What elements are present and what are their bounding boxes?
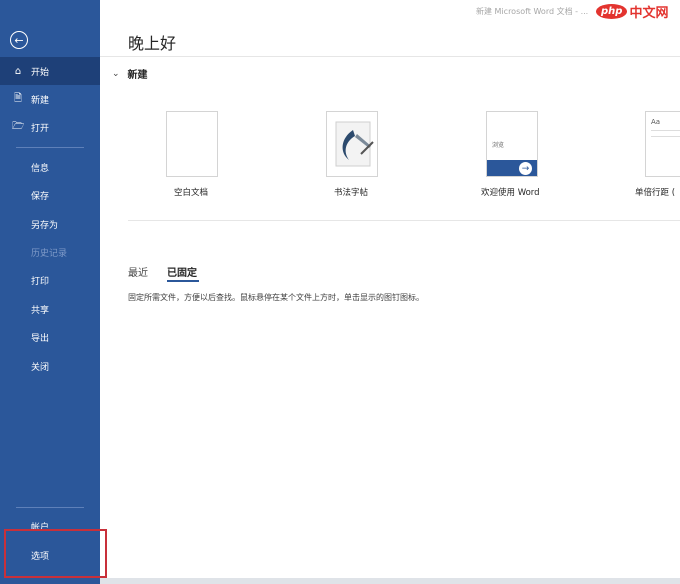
sidebar-item-new[interactable]: 🗎 新建 [0, 85, 100, 113]
sidebar-divider [16, 147, 84, 148]
template-label: 单倍行距 ( [635, 188, 676, 198]
new-document-icon: 🗎 [13, 92, 23, 104]
sidebar-item-history: 历史记录 [31, 248, 68, 259]
thumbnail-line [651, 136, 680, 137]
back-arrow-icon[interactable]: ← [10, 31, 28, 49]
template-blank-document[interactable] [166, 111, 218, 177]
watermark-logo: php [596, 3, 628, 19]
thumbnail-text: Aa [651, 118, 661, 126]
sidebar-item-save[interactable]: 保存 [0, 181, 100, 209]
sidebar-item-label: 新建 [31, 95, 50, 106]
thumbnail-line [651, 130, 680, 131]
document-title: 新建 Microsoft Word 文档 - ... [476, 7, 589, 16]
tab-pinned[interactable]: 已固定 [167, 264, 197, 279]
blank-document-thumbnail [166, 111, 218, 177]
template-welcome-word[interactable]: 浏览 → [486, 111, 538, 177]
single-spacing-thumbnail: Aa [645, 111, 680, 177]
open-folder-icon: 🗁 [12, 120, 25, 132]
bottom-border [100, 578, 680, 584]
page-title: 晚上好 [128, 34, 177, 53]
template-single-spacing[interactable]: Aa [645, 111, 680, 177]
tab-recent[interactable]: 最近 [128, 264, 148, 279]
sidebar-divider [16, 507, 84, 508]
site-watermark: php 中文网 [596, 0, 680, 22]
backstage-sidebar: ← ⌂ 开始 🗎 新建 🗁 打开 信息 保存 另存为 历史记录 打印 共享 导出… [0, 0, 100, 584]
sidebar-item-options[interactable]: 选项 [0, 541, 100, 569]
sidebar-item-close[interactable]: 关闭 [0, 352, 100, 380]
sidebar-item-home[interactable]: ⌂ 开始 [0, 57, 100, 85]
new-section-toggle[interactable]: ⌄ 新建 [112, 66, 148, 82]
sidebar-item-print[interactable]: 打印 [0, 266, 100, 294]
header-divider [100, 56, 680, 57]
sidebar-item-export[interactable]: 导出 [0, 323, 100, 351]
sidebar-item-info[interactable]: 信息 [0, 153, 100, 181]
template-calligraphy[interactable] [326, 111, 378, 177]
sidebar-item-label: 开始 [31, 67, 50, 78]
section-divider [128, 220, 680, 221]
calligraphy-brush-icon [335, 121, 374, 167]
welcome-word-thumbnail: 浏览 → [486, 111, 538, 177]
arrow-right-icon: → [519, 162, 532, 175]
sidebar-item-account[interactable]: 帐户 [0, 512, 100, 540]
watermark-text: 中文网 [629, 5, 669, 21]
chevron-down-icon: ⌄ [112, 68, 120, 79]
template-label: 书法字帖 [334, 188, 369, 198]
sidebar-item-label: 打开 [31, 123, 50, 134]
sidebar-item-save-as[interactable]: 另存为 [0, 210, 100, 238]
pinned-hint-text: 固定所需文件，方便以后查找。鼠标悬停在某个文件上方时，单击显示的图钉图标。 [128, 293, 424, 302]
home-icon: ⌂ [14, 65, 22, 77]
new-section-label: 新建 [127, 70, 148, 81]
calligraphy-thumbnail [326, 111, 378, 177]
sidebar-item-share[interactable]: 共享 [0, 295, 100, 323]
template-label: 空白文档 [174, 188, 209, 198]
template-label: 欢迎使用 Word [481, 188, 540, 198]
thumbnail-text: 浏览 [492, 142, 505, 149]
tab-selected-indicator [167, 280, 199, 282]
sidebar-item-open[interactable]: 🗁 打开 [0, 113, 100, 141]
